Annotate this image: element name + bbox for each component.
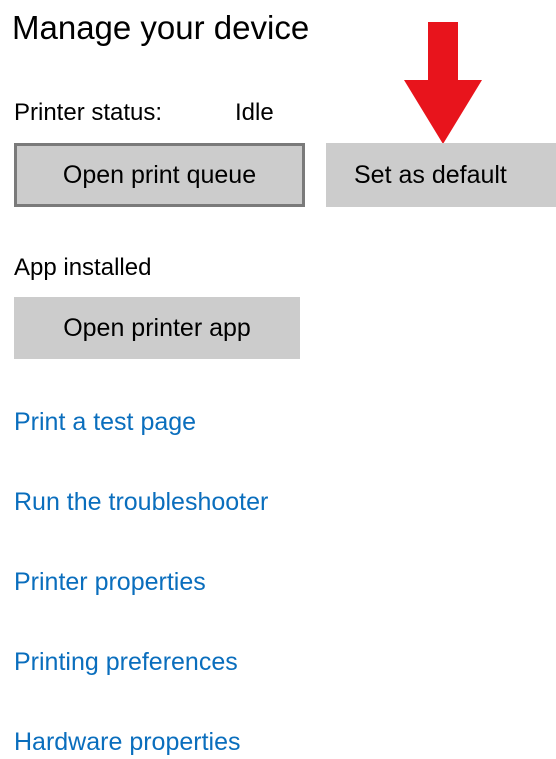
- app-installed-label: App installed: [14, 254, 152, 281]
- run-troubleshooter-link[interactable]: Run the troubleshooter: [14, 485, 268, 519]
- printer-properties-link[interactable]: Printer properties: [14, 565, 206, 599]
- manage-device-panel: Manage your device Printer status: Idle O…: [0, 0, 556, 759]
- red-down-arrow-icon: [404, 22, 482, 144]
- open-printer-app-button[interactable]: Open printer app: [14, 297, 300, 359]
- printer-status-label: Printer status:: [14, 99, 163, 126]
- set-as-default-button[interactable]: Set as default: [326, 143, 556, 207]
- printer-status-value: Idle: [235, 99, 274, 126]
- open-print-queue-button[interactable]: Open print queue: [14, 143, 305, 207]
- printer-status-row: Printer status: Idle: [14, 97, 274, 129]
- hardware-properties-link[interactable]: Hardware properties: [14, 725, 241, 759]
- page-title: Manage your device: [12, 9, 310, 46]
- printing-preferences-link[interactable]: Printing preferences: [14, 645, 238, 679]
- print-test-page-link[interactable]: Print a test page: [14, 405, 196, 439]
